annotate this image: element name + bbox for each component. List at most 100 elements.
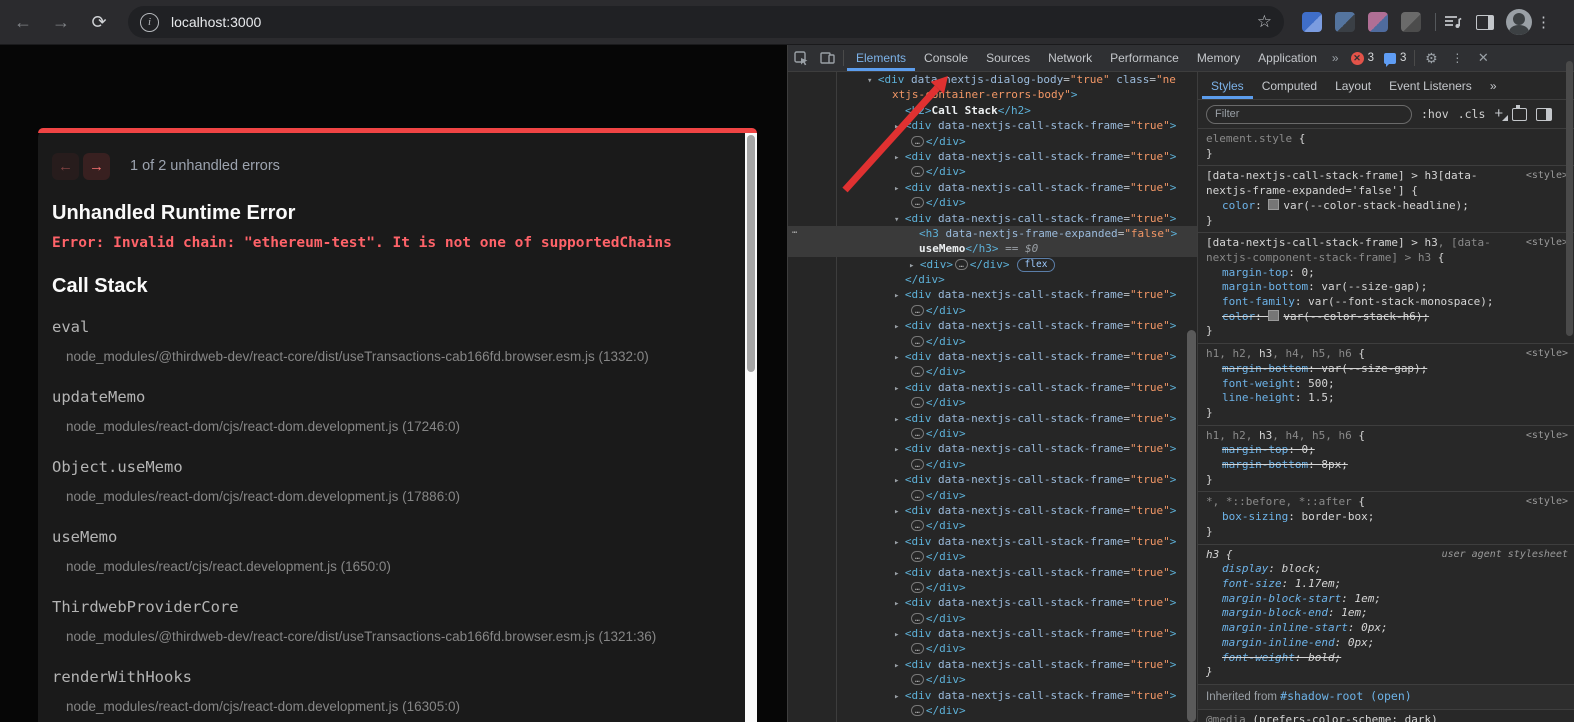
element-classes-button[interactable]: .cls xyxy=(1458,107,1486,121)
css-property[interactable]: margin-inline-start: 0px; xyxy=(1206,621,1568,636)
frame-name[interactable]: renderWithHooks xyxy=(52,668,705,686)
dom-tree-row[interactable]: useMemo</h3> == $0 xyxy=(788,241,1197,256)
toggle-element-state-button[interactable]: :hov xyxy=(1421,107,1449,121)
css-property[interactable]: color: var(--color-stack-h6); xyxy=(1206,310,1568,325)
dom-tree-row[interactable]: ▸ <div data-nextjs-call-stack-frame="tru… xyxy=(788,503,1197,518)
device-toolbar-button[interactable] xyxy=(814,46,840,70)
tab-console[interactable]: Console xyxy=(915,46,977,71)
css-property[interactable]: margin-block-start: 1em; xyxy=(1206,592,1568,607)
frame-name[interactable]: ThirdwebProviderCore xyxy=(52,598,705,616)
collapsed-content-icon[interactable]: … xyxy=(911,613,924,624)
dom-tree-row[interactable]: ▸ <div data-nextjs-call-stack-frame="tru… xyxy=(788,688,1197,703)
stylesheet-link[interactable]: <style> xyxy=(1526,236,1568,251)
collapsed-content-icon[interactable]: … xyxy=(911,490,924,501)
tab-network[interactable]: Network xyxy=(1039,46,1101,71)
css-property[interactable]: margin-bottom: var(--size-gap); xyxy=(1206,280,1568,295)
css-property[interactable]: margin-top: 0; xyxy=(1206,266,1568,281)
rule-selector[interactable]: *, *::before, *::after { xyxy=(1206,495,1568,510)
rule-selector[interactable]: h1, h2, h3, h4, h5, h6 { xyxy=(1206,347,1568,362)
extension-icon[interactable] xyxy=(1302,12,1322,32)
previous-error-button[interactable]: ← xyxy=(52,153,79,180)
sidebar-tab-styles[interactable]: Styles xyxy=(1202,73,1253,99)
browser-menu-button[interactable]: ⋮ xyxy=(1536,13,1551,31)
rule-selector[interactable]: nextjs-frame-expanded='false'] { xyxy=(1206,184,1568,199)
reload-button[interactable]: ⟳ xyxy=(84,7,114,37)
stylesheet-link[interactable]: <style> xyxy=(1526,429,1568,444)
dom-tree-row[interactable]: …</div> xyxy=(788,134,1197,149)
stylesheet-link[interactable]: user agent stylesheet xyxy=(1442,548,1568,563)
sidebar-tab-layout[interactable]: Layout xyxy=(1326,73,1380,99)
css-property[interactable]: box-sizing: border-box; xyxy=(1206,510,1568,525)
sidebar-tab-computed[interactable]: Computed xyxy=(1253,73,1326,99)
collapsed-content-icon[interactable]: … xyxy=(911,705,924,716)
dialog-scrollbar[interactable] xyxy=(745,133,757,722)
side-panel-button[interactable] xyxy=(1472,9,1498,35)
dom-tree-row[interactable]: …</div> xyxy=(788,395,1197,410)
rule-selector[interactable]: [data-nextjs-call-stack-frame] > h3, [da… xyxy=(1206,236,1568,251)
site-info-icon[interactable]: i xyxy=(140,13,159,32)
dom-tree-row[interactable]: ▸ <div data-nextjs-call-stack-frame="tru… xyxy=(788,318,1197,333)
more-tabs-chevron[interactable]: » xyxy=(1326,51,1343,65)
dom-tree-row[interactable]: ⋯<h3 data-nextjs-frame-expanded="false"> xyxy=(788,226,1197,241)
dom-tree-row[interactable]: ▾ <div data-nextjs-dialog-body="true" cl… xyxy=(788,72,1197,87)
tab-elements[interactable]: Elements xyxy=(847,46,915,71)
color-swatch-icon[interactable] xyxy=(1268,310,1279,321)
collapsed-content-icon[interactable]: … xyxy=(911,305,924,316)
devtools-close-button[interactable]: ✕ xyxy=(1470,46,1496,70)
css-property[interactable]: margin-bottom: var(--size-gap); xyxy=(1206,362,1568,377)
dom-tree-row[interactable]: ▸ <div data-nextjs-call-stack-frame="tru… xyxy=(788,626,1197,641)
omnibox[interactable]: i localhost:3000 ☆ xyxy=(128,6,1284,38)
css-property[interactable]: margin-top: 0; xyxy=(1206,443,1568,458)
collapsed-content-icon[interactable]: … xyxy=(911,428,924,439)
stylesheet-link[interactable]: <style> xyxy=(1526,495,1568,510)
dom-tree-row[interactable]: ▸ <div>…</div>flex xyxy=(788,257,1197,272)
settings-gear-button[interactable]: ⚙ xyxy=(1418,46,1444,70)
dom-tree-row[interactable]: ▸ <div data-nextjs-call-stack-frame="tru… xyxy=(788,565,1197,580)
dom-tree-row[interactable]: ▸ <div data-nextjs-call-stack-frame="tru… xyxy=(788,441,1197,456)
tab-performance[interactable]: Performance xyxy=(1101,46,1188,71)
avatar[interactable] xyxy=(1506,9,1532,35)
shadow-root-link[interactable]: #shadow-root (open) xyxy=(1280,689,1412,703)
dom-tree-row[interactable]: …</div> xyxy=(788,488,1197,503)
frame-name[interactable]: useMemo xyxy=(52,528,705,546)
collapsed-content-icon[interactable]: … xyxy=(911,459,924,470)
elements-scrollbar-thumb[interactable] xyxy=(1187,330,1196,722)
collapsed-content-icon[interactable]: … xyxy=(911,397,924,408)
tab-sources[interactable]: Sources xyxy=(977,46,1039,71)
dom-tree-row[interactable]: ▸ <div data-nextjs-call-stack-frame="tru… xyxy=(788,657,1197,672)
dom-tree-row[interactable]: …</div> xyxy=(788,364,1197,379)
back-button[interactable]: ← xyxy=(8,7,38,37)
rule-selector[interactable]: [data-nextjs-call-stack-frame] > h3[data… xyxy=(1206,169,1568,184)
dom-tree-row[interactable]: ▸ <div data-nextjs-call-stack-frame="tru… xyxy=(788,411,1197,426)
rule-selector[interactable]: element.style { xyxy=(1206,132,1568,147)
rule-selector[interactable]: @media (prefers-color-scheme: dark) xyxy=(1206,713,1568,722)
new-style-rule-button[interactable]: + xyxy=(1494,107,1503,121)
dom-tree-row[interactable]: …</div> xyxy=(788,611,1197,626)
stylesheet-link[interactable]: <style> xyxy=(1526,347,1568,362)
color-swatch-icon[interactable] xyxy=(1268,199,1279,210)
css-property[interactable]: font-weight: 500; xyxy=(1206,377,1568,392)
css-property[interactable]: display: block; xyxy=(1206,562,1568,577)
forward-button[interactable]: → xyxy=(46,7,76,37)
collapsed-content-icon[interactable]: … xyxy=(911,136,924,147)
collapsed-content-icon[interactable]: … xyxy=(911,166,924,177)
dom-tree-row[interactable]: …</div> xyxy=(788,580,1197,595)
collapsed-content-icon[interactable]: … xyxy=(911,582,924,593)
dom-tree-row[interactable]: ▸ <div data-nextjs-call-stack-frame="tru… xyxy=(788,472,1197,487)
media-controls-button[interactable] xyxy=(1440,9,1466,35)
dom-tree-row[interactable]: ▸ <div data-nextjs-call-stack-frame="tru… xyxy=(788,534,1197,549)
collapsed-content-icon[interactable]: … xyxy=(911,520,924,531)
next-error-button[interactable]: → xyxy=(83,153,110,180)
css-property[interactable]: font-weight: bold; xyxy=(1206,651,1568,666)
extension-icon[interactable] xyxy=(1401,12,1421,32)
collapsed-content-icon[interactable]: … xyxy=(911,366,924,377)
collapsed-content-icon[interactable]: … xyxy=(911,674,924,685)
bookmark-star-icon[interactable]: ☆ xyxy=(1257,12,1272,32)
row-menu-dots-icon[interactable]: ⋯ xyxy=(792,226,798,241)
dom-tree-row[interactable]: …</div> xyxy=(788,672,1197,687)
dom-tree-row[interactable]: …</div> xyxy=(788,303,1197,318)
dom-tree-row[interactable]: …</div> xyxy=(788,641,1197,656)
css-property[interactable]: color: var(--color-stack-headline); xyxy=(1206,199,1568,214)
dom-tree-row[interactable]: …</div> xyxy=(788,703,1197,718)
issues-badges[interactable]: ✕ 3 3 xyxy=(1351,52,1407,65)
